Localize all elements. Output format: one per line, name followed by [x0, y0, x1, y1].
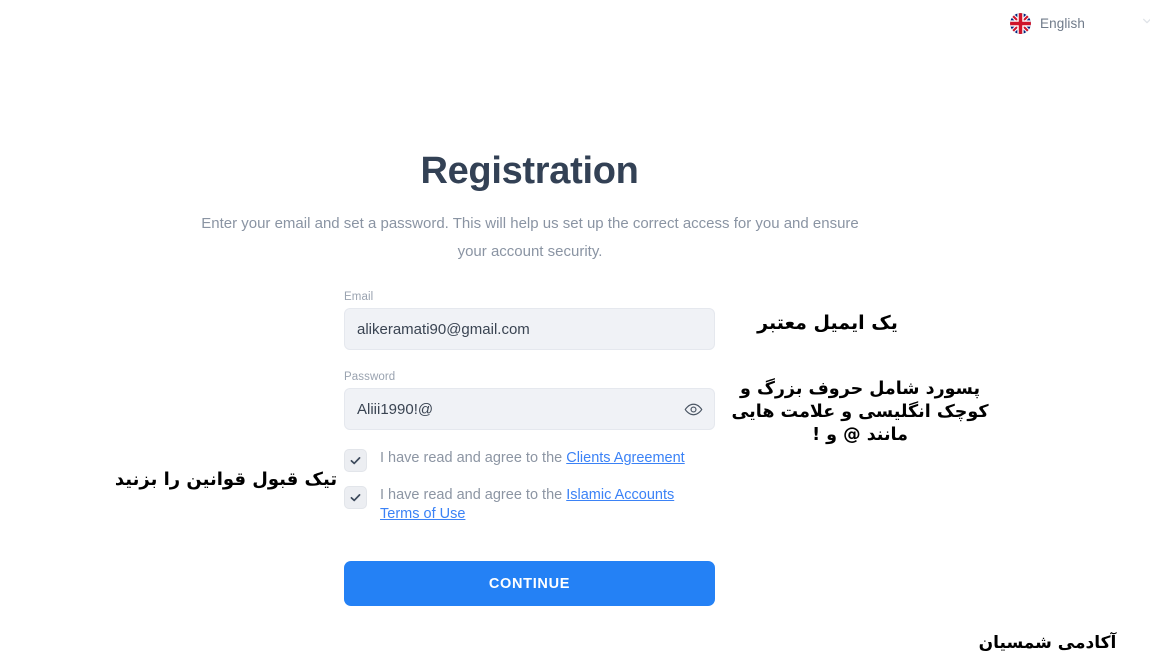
continue-button[interactable]: CONTINUE — [344, 561, 715, 606]
agreement-prefix-islamic: I have read and agree to the — [380, 487, 567, 503]
annotation-brand-watermark: آکادمی شمسیان — [978, 633, 1117, 653]
field-spacer — [344, 350, 715, 371]
agreement-text-clients: I have read and agree to the Clients Agr… — [380, 448, 685, 468]
password-field-group: Password — [344, 371, 715, 430]
clients-agreement-link[interactable]: Clients Agreement — [566, 450, 684, 466]
checkbox-islamic-accounts[interactable] — [344, 486, 367, 509]
agreements-group: I have read and agree to the Clients Agr… — [344, 448, 715, 524]
registration-page: English Registration Enter your email an… — [0, 0, 1150, 664]
password-input-wrap[interactable] — [344, 388, 715, 430]
eye-icon[interactable] — [683, 399, 703, 419]
checkbox-clients-agreement[interactable] — [344, 449, 367, 472]
email-label: Email — [344, 291, 374, 303]
email-field-group: Email — [344, 291, 715, 350]
annotation-email-note: یک ایمیل معتبر — [757, 312, 898, 334]
agreement-prefix-clients: I have read and agree to the — [380, 450, 567, 466]
annotation-terms-note: تیک قبول قوانین را بزنید — [114, 469, 338, 490]
agreement-row-islamic: I have read and agree to the Islamic Acc… — [344, 485, 715, 524]
password-label: Password — [344, 371, 396, 383]
page-subtitle: Enter your email and set a password. Thi… — [201, 215, 859, 260]
registration-form: Email Password — [344, 291, 715, 606]
email-input[interactable] — [345, 309, 714, 349]
password-input[interactable] — [345, 389, 714, 429]
page-title: Registration — [420, 150, 639, 192]
email-input-wrap[interactable] — [344, 308, 715, 350]
agreement-row-clients: I have read and agree to the Clients Agr… — [344, 448, 715, 472]
agreement-text-islamic: I have read and agree to the Islamic Acc… — [380, 485, 715, 524]
main-content: Registration Enter your email and set a … — [0, 0, 1150, 664]
annotation-password-note: پسورد شامل حروف بزرگ و کوچک انگلیسی و عل… — [731, 379, 989, 445]
